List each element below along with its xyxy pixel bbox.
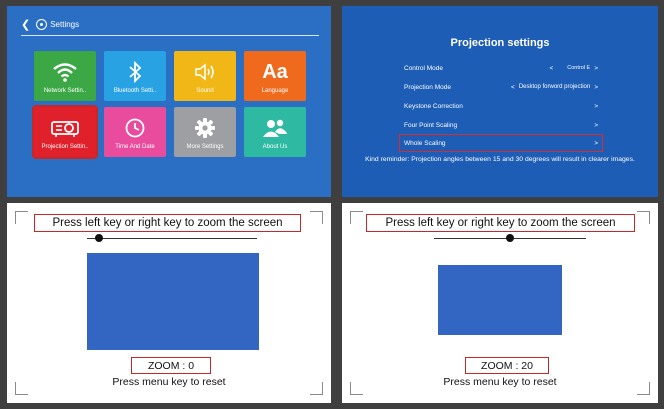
row-four-point-scaling[interactable]: Four Point Scaling >	[400, 117, 602, 133]
tile-label: Bluetooth Setti..	[113, 88, 157, 94]
tile-label: Language	[261, 88, 289, 94]
row-label: Projection Mode	[404, 83, 451, 91]
right-arrow-icon[interactable]: >	[594, 84, 598, 91]
wifi-icon	[52, 58, 78, 86]
settings-header: ❮ Settings	[21, 18, 79, 31]
row-label: Four Point Scaling	[404, 121, 458, 129]
settings-gear-icon	[36, 19, 48, 30]
speaker-icon	[193, 58, 217, 86]
settings-title: Settings	[50, 20, 80, 29]
settings-screen: ❮ Settings Network Settin.. Bluetooth Se…	[7, 6, 331, 197]
zoom-screen-20: Press left key or right key to zoom the …	[342, 203, 658, 403]
right-arrow-icon[interactable]: >	[594, 140, 598, 147]
tile-bluetooth-settings[interactable]: Bluetooth Setti..	[104, 51, 166, 101]
right-arrow-icon[interactable]: >	[594, 65, 598, 72]
zoom-slider-track[interactable]	[87, 238, 257, 239]
clock-icon	[124, 114, 146, 142]
tile-label: About Us	[262, 144, 288, 150]
gear-icon	[194, 114, 216, 142]
right-arrow-icon[interactable]: >	[594, 122, 598, 129]
tile-time-and-date[interactable]: Time And Date	[104, 107, 166, 157]
left-arrow-icon[interactable]: <	[549, 65, 553, 72]
row-value: Control E	[567, 65, 591, 71]
header-divider	[21, 35, 319, 36]
corner-mark	[637, 211, 650, 224]
tile-network-settings[interactable]: Network Settin..	[34, 51, 96, 101]
tile-label: More Settings	[186, 144, 224, 150]
row-projection-mode[interactable]: Projection Mode < Desktop forword projec…	[400, 79, 602, 95]
row-keystone-correction[interactable]: Keystone Correction >	[400, 98, 602, 114]
people-icon	[262, 114, 288, 142]
tile-about-us[interactable]: About Us	[244, 107, 306, 157]
tile-label: Time And Date	[115, 144, 155, 150]
kind-reminder: Kind reminder: Projection angles between…	[365, 156, 635, 163]
row-whole-scaling[interactable]: Whole Scaling >	[399, 134, 603, 152]
reset-hint: Press menu key to reset	[443, 376, 557, 388]
row-label: Control Mode	[404, 64, 444, 72]
tile-label: Sound	[196, 88, 214, 94]
tile-label: Projection Settin..	[41, 144, 89, 150]
tile-language[interactable]: Aa Language	[244, 51, 306, 101]
zoom-value: ZOOM : 20	[465, 357, 549, 374]
corner-mark	[15, 211, 28, 224]
zoom-prompt: Press left key or right key to zoom the …	[34, 214, 301, 232]
right-arrow-icon[interactable]: >	[594, 103, 598, 110]
tile-sound[interactable]: Sound	[174, 51, 236, 101]
projected-screen-preview	[438, 265, 562, 335]
tile-projection-settings[interactable]: Projection Settin..	[32, 105, 98, 159]
corner-mark	[310, 211, 323, 224]
row-control-mode[interactable]: Control Mode < Control E >	[400, 60, 602, 76]
row-label: Whole Scaling	[404, 139, 446, 147]
zoom-slider-knob[interactable]	[506, 234, 514, 242]
zoom-slider-knob[interactable]	[95, 234, 103, 242]
zoom-value: ZOOM : 0	[131, 357, 211, 374]
corner-mark	[350, 211, 363, 224]
zoom-prompt: Press left key or right key to zoom the …	[366, 214, 635, 232]
row-label: Keystone Correction	[404, 102, 463, 110]
bluetooth-icon	[127, 58, 143, 86]
tile-label: Network Settin..	[43, 88, 87, 94]
left-arrow-icon[interactable]: <	[511, 84, 515, 91]
projection-title: Projection settings	[450, 37, 550, 49]
projected-screen-preview	[87, 253, 259, 350]
back-arrow-icon[interactable]: ❮	[21, 18, 30, 31]
projection-settings-screen: Projection settings Control Mode < Contr…	[342, 6, 658, 197]
row-value: Desktop forword projection	[518, 84, 591, 90]
language-icon: Aa	[262, 60, 288, 83]
tile-more-settings[interactable]: More Settings	[174, 107, 236, 157]
projector-icon	[50, 114, 80, 142]
zoom-screen-0: Press left key or right key to zoom the …	[7, 203, 331, 403]
reset-hint: Press menu key to reset	[112, 376, 226, 388]
